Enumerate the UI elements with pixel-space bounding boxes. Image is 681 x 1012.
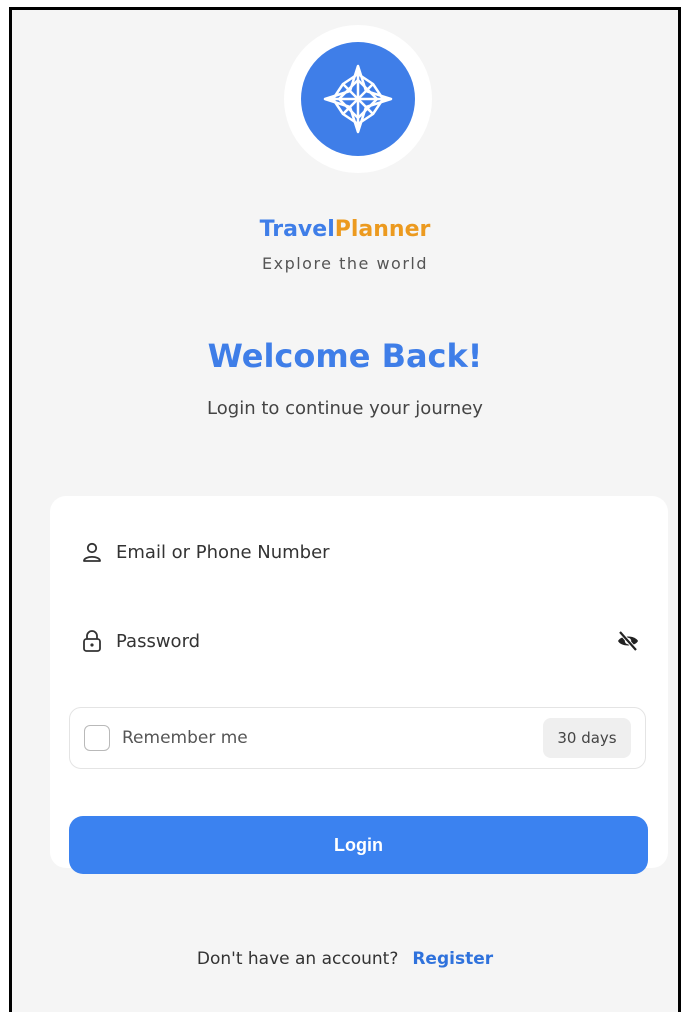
email-placeholder: Email or Phone Number [116, 541, 330, 563]
lock-icon [80, 629, 104, 653]
brand-name: TravelPlanner [12, 216, 678, 244]
remember-me-label[interactable]: Remember me [122, 727, 248, 749]
page-title: Welcome Back! [207, 337, 483, 375]
brand-tagline: Explore the world [261, 254, 429, 273]
logo-circle [301, 42, 415, 156]
eye-off-icon[interactable] [616, 629, 640, 653]
logo-container [284, 25, 432, 173]
login-card: Email or Phone Number Password Remember … [50, 496, 668, 874]
brand-name-travel: Travel [259, 217, 335, 242]
email-field[interactable]: Email or Phone Number [80, 532, 640, 572]
login-screen: TravelPlanner Explore the world Welcome … [9, 7, 681, 1012]
login-button[interactable]: Login [69, 816, 648, 874]
register-prompt: Don't have an account? Register [12, 948, 678, 970]
password-field[interactable]: Password [80, 621, 640, 661]
password-placeholder: Password [116, 630, 201, 652]
compass-icon [323, 64, 393, 134]
register-prompt-text: Don't have an account? [196, 949, 399, 969]
remember-me-row: Remember me 30 days [69, 707, 646, 769]
user-icon [80, 540, 104, 564]
remember-duration-badge: 30 days [543, 718, 631, 758]
brand-name-planner: Planner [334, 217, 431, 242]
remember-me-checkbox[interactable] [84, 725, 110, 751]
register-link[interactable]: Register [412, 949, 493, 969]
page-subtitle: Login to continue your journey [207, 398, 483, 419]
